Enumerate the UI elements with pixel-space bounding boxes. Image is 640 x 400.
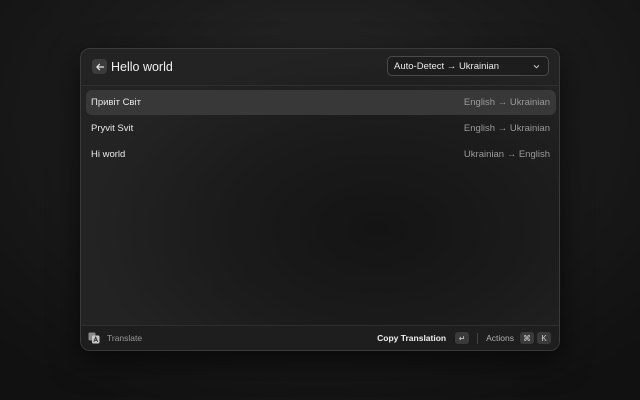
copy-translation-button[interactable]: Copy Translation: [377, 333, 446, 343]
list-item-title: Hi world: [91, 149, 126, 160]
divider: [477, 332, 479, 344]
list-item[interactable]: Hi world Ukrainian → English: [86, 142, 556, 167]
chevron-down-icon: [533, 64, 540, 68]
list-item-language-pair: English → Ukrainian: [463, 97, 550, 108]
list-item-language-pair: English → Ukrainian: [463, 123, 550, 134]
command-key-shortcut: ⌘: [520, 332, 534, 344]
results-list: Привіт Світ English → Ukrainian Pryvit S…: [86, 90, 556, 168]
back-button[interactable]: [92, 59, 107, 74]
list-item-title: Привіт Світ: [91, 97, 141, 108]
translate-app-icon: [88, 332, 100, 344]
app-name: Translate: [107, 333, 143, 343]
k-key-shortcut: K: [537, 332, 551, 344]
translate-window: Auto-Detect → Ukrainian Привіт Світ Engl…: [80, 48, 560, 351]
enter-shortcut: ↵: [455, 332, 470, 344]
language-dropdown-value: Auto-Detect → Ukrainian: [394, 60, 500, 72]
list-item[interactable]: Привіт Світ English → Ukrainian: [86, 90, 556, 115]
language-dropdown[interactable]: Auto-Detect → Ukrainian: [387, 56, 549, 76]
list-item-title: Pryvit Svit: [91, 123, 134, 134]
arrow-left-icon: [95, 63, 104, 70]
list-item[interactable]: Pryvit Svit English → Ukrainian: [86, 116, 556, 141]
actions-button[interactable]: Actions: [486, 333, 514, 343]
list-item-language-pair: Ukrainian → English: [463, 149, 550, 160]
search-input[interactable]: [111, 57, 371, 77]
search-bar: Auto-Detect → Ukrainian: [81, 49, 559, 86]
action-bar: Translate Copy Translation ↵ Actions ⌘ K: [81, 325, 559, 350]
